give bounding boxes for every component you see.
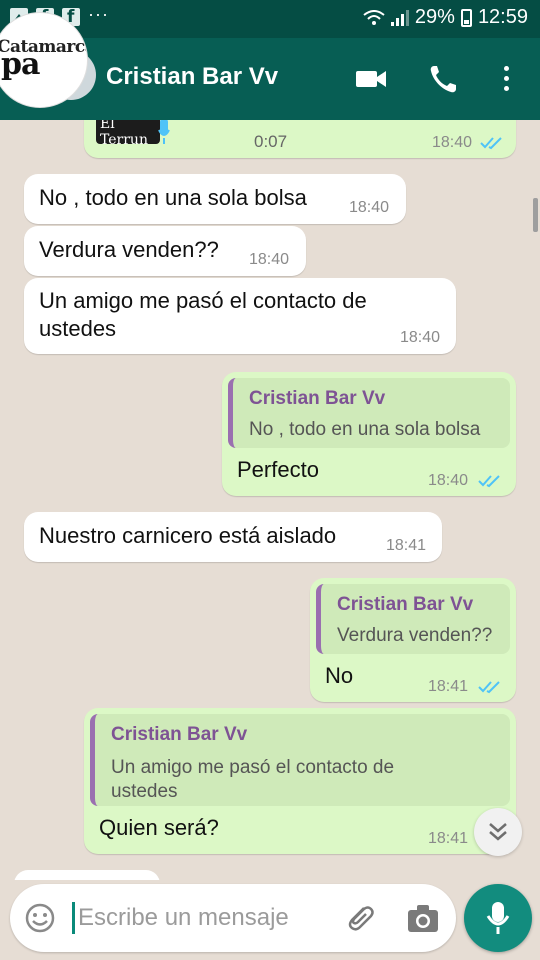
- video-call-icon[interactable]: [354, 62, 388, 96]
- message-time: 18:40: [349, 199, 390, 216]
- attach-icon[interactable]: [342, 900, 376, 934]
- quote-text-line1: Un amigo me pasó el contacto de: [111, 757, 395, 778]
- message-bubble-incoming[interactable]: Nuestro carnicero está aislado 18:41: [24, 512, 442, 562]
- message-time: 18:40: [400, 329, 441, 346]
- status-bar: ··· 29% 12:59: [0, 0, 540, 38]
- message-text: Verdura venden??: [39, 237, 219, 262]
- quote-text-line2: ustedes: [111, 781, 178, 802]
- battery-icon: [460, 8, 472, 27]
- mic-icon: [158, 120, 170, 144]
- more-notifications-icon: ···: [88, 3, 109, 24]
- quote-author: Cristian Bar Vv: [111, 724, 248, 745]
- message-composer: [10, 884, 456, 952]
- quote-author: Cristian Bar Vv: [249, 388, 386, 409]
- scroll-down-button[interactable]: [474, 808, 522, 856]
- message-text: Quien será?: [99, 815, 219, 840]
- quoted-message[interactable]: Cristian Bar Vv No , todo en una sola bo…: [228, 378, 510, 448]
- message-time: 18:40: [432, 134, 473, 151]
- phone-icon[interactable]: [426, 62, 460, 96]
- voice-record-button[interactable]: [464, 884, 532, 952]
- read-ticks-icon: [480, 137, 502, 150]
- chat-area[interactable]: El Terrun 0:07 18:40 No , todo en una so…: [0, 120, 540, 880]
- message-time: 18:41: [428, 678, 469, 695]
- quote-text: Verdura venden??: [337, 625, 493, 646]
- message-bubble-incoming[interactable]: No , todo en una sola bolsa 18:40: [24, 174, 406, 224]
- scrollbar[interactable]: [533, 198, 538, 232]
- quote-author: Cristian Bar Vv: [337, 594, 474, 615]
- message-time: 18:41: [386, 537, 427, 554]
- read-ticks-icon: [478, 475, 500, 488]
- message-text-line2: ustedes: [39, 316, 117, 341]
- message-bubble-incoming[interactable]: Verdura venden?? 18:40: [24, 226, 306, 276]
- wifi-icon: [363, 9, 385, 25]
- audio-duration: 0:07: [254, 132, 288, 151]
- camera-icon[interactable]: [406, 902, 440, 934]
- avatar-logo-line2: pa: [1, 47, 40, 82]
- message-bubble-outgoing[interactable]: Cristian Bar Vv Un amigo me pasó el cont…: [84, 708, 516, 854]
- message-time: 18:40: [249, 251, 290, 268]
- quoted-message[interactable]: Cristian Bar Vv Un amigo me pasó el cont…: [90, 714, 510, 806]
- clock: 12:59: [477, 6, 528, 28]
- message-text: Perfecto: [237, 457, 319, 482]
- message-text: Nuestro carnicero está aislado: [39, 523, 337, 548]
- message-input[interactable]: [78, 894, 318, 942]
- read-ticks-icon: [478, 681, 500, 694]
- message-time: 18:41: [428, 830, 469, 847]
- message-bubble-incoming[interactable]: Un amigo me pasó el contacto de ustedes …: [24, 278, 456, 354]
- message-bubble-incoming[interactable]: [14, 870, 160, 880]
- message-bubble-outgoing[interactable]: Cristian Bar Vv Verdura venden?? No 18:4…: [310, 578, 516, 702]
- mic-icon: [486, 902, 510, 934]
- menu-icon[interactable]: [496, 62, 516, 96]
- message-text-line1: Un amigo me pasó el contacto de: [39, 288, 367, 313]
- signal-icon: [390, 9, 409, 26]
- audio-thumbnail: El Terrun: [96, 120, 160, 144]
- message-time: 18:40: [428, 472, 469, 489]
- quote-text: No , todo en una sola bolsa: [249, 419, 481, 440]
- text-cursor: [72, 902, 75, 934]
- message-text: No: [325, 663, 354, 688]
- scroll-down-icon: [489, 823, 507, 841]
- quoted-message[interactable]: Cristian Bar Vv Verdura venden??: [316, 584, 510, 654]
- contact-name[interactable]: Cristian Bar Vv: [106, 63, 278, 91]
- battery-percent: 29%: [414, 6, 455, 28]
- audio-message[interactable]: El Terrun 0:07 18:40: [84, 120, 516, 158]
- message-text: No , todo en una sola bolsa: [39, 185, 307, 210]
- emoji-icon[interactable]: [24, 902, 56, 934]
- message-bubble-outgoing[interactable]: Cristian Bar Vv No , todo en una sola bo…: [222, 372, 516, 496]
